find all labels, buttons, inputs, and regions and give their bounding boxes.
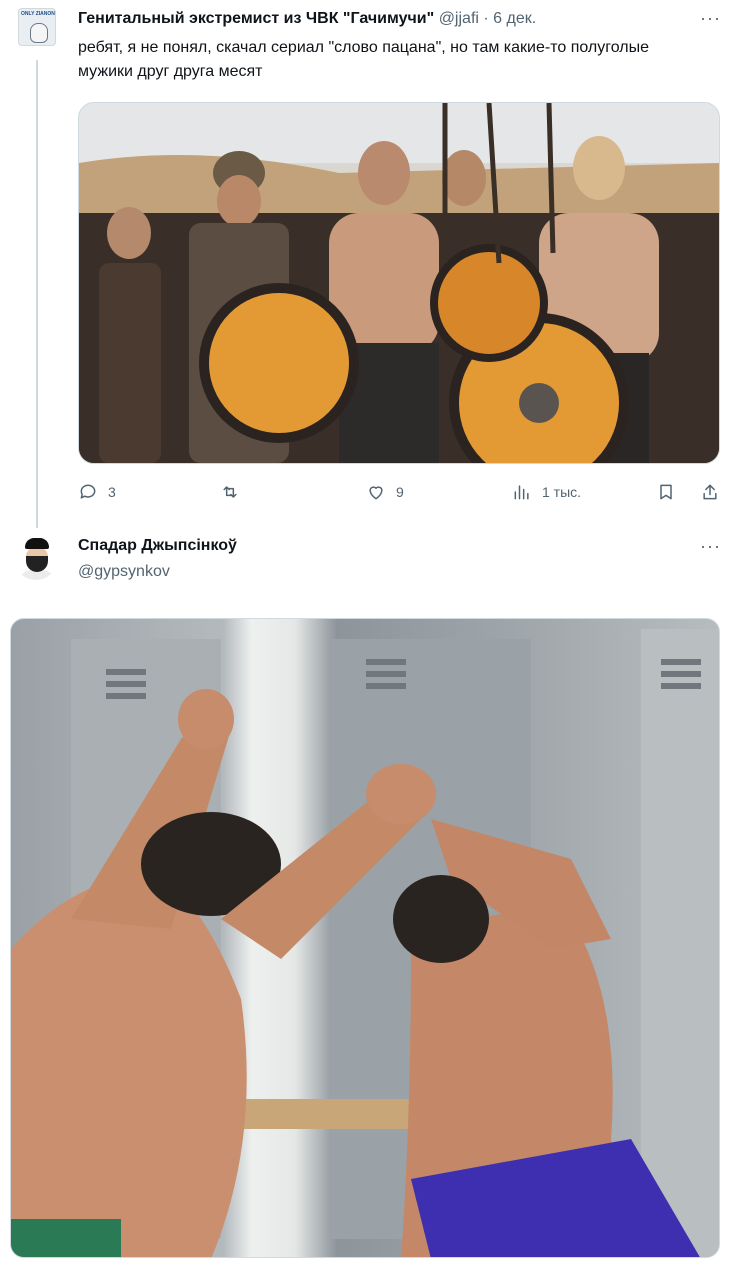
share-button[interactable] bbox=[700, 480, 720, 504]
separator-dot: · bbox=[483, 10, 489, 27]
views-icon bbox=[514, 485, 529, 500]
avatar-caption: ONLY ZIANON bbox=[21, 11, 55, 17]
locker-room-photo-illustration bbox=[11, 629, 719, 1257]
avatar-face bbox=[30, 23, 48, 43]
tweet-photo[interactable] bbox=[10, 618, 720, 1258]
share-icon bbox=[703, 484, 717, 500]
bookmark-button[interactable] bbox=[656, 480, 676, 504]
vikings-photo-illustration bbox=[79, 103, 719, 463]
bookmark-icon bbox=[660, 484, 672, 500]
views-button[interactable]: 1 тыс. bbox=[512, 480, 581, 504]
like-icon bbox=[369, 486, 383, 500]
author-handle[interactable]: @gypsynkov bbox=[78, 563, 170, 581]
reply-button[interactable]: 3 bbox=[78, 480, 116, 504]
like-button[interactable]: 9 bbox=[366, 480, 404, 504]
author-name[interactable]: Спадар Джыпсінкоў bbox=[78, 537, 237, 555]
reply-icon bbox=[80, 484, 96, 499]
reply-count: 3 bbox=[108, 484, 116, 500]
views-count: 1 тыс. bbox=[542, 484, 582, 500]
more-options-button[interactable]: ··· bbox=[700, 8, 721, 29]
tweet-header: Генитальный экстремист из ЧВК "Гачимучи"… bbox=[78, 10, 536, 28]
tweet-text: ребят, я не понял, скачал сериал "слово … bbox=[78, 39, 650, 80]
author-name[interactable]: Генитальный экстремист из ЧВК "Гачимучи" bbox=[78, 10, 434, 27]
like-count: 9 bbox=[396, 484, 404, 500]
repost-icon bbox=[223, 486, 237, 498]
repost-button[interactable] bbox=[220, 480, 250, 504]
author-handle[interactable]: @jjafi bbox=[439, 10, 479, 27]
author-avatar[interactable]: ONLY ZIANON bbox=[18, 8, 56, 46]
author-avatar[interactable] bbox=[14, 536, 58, 580]
tweet-photo[interactable] bbox=[78, 102, 720, 464]
avatar-cap bbox=[25, 538, 49, 549]
thread-connector-line bbox=[36, 60, 38, 528]
tweet-date[interactable]: 6 дек. bbox=[493, 10, 536, 27]
more-options-button[interactable]: ··· bbox=[700, 536, 721, 557]
